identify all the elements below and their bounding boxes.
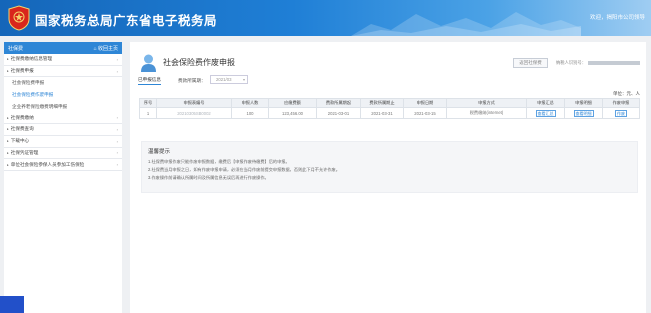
void-button[interactable]: 作废 xyxy=(615,109,627,117)
caret-right-icon: ▸ xyxy=(7,115,9,120)
sidebar-menu: ▸ 社保费缴纳信息管理 › ▸ 社保费申报 › 社会保险费申报 社会保险费作废申报 企业养老保险… xyxy=(4,54,122,171)
caret-right-icon: ▸ xyxy=(7,139,9,144)
sidebar-item[interactable]: ▸ 社保费缴纳信息管理 › xyxy=(4,54,122,66)
sidebar-item-label: 社保凭证管理 xyxy=(10,149,39,155)
column-header: 费款所属期止 xyxy=(360,98,404,108)
sidebar-item-label: 社保费查询 xyxy=(10,126,34,132)
column-header: 申报明细 xyxy=(564,98,603,108)
unit-label: 单位：元、人 xyxy=(613,91,640,96)
tips-panel: 温馨提示 1.社保费申报作废只能作废申报数据，缴费后【申报作废待缴费】后的申报。… xyxy=(141,141,638,193)
company-selector[interactable]: 纳税人识别号： ⌄ xyxy=(556,58,642,68)
sidebar-item-label: 单位社会保险参保人员参加工伤保险 xyxy=(10,161,85,167)
chevron-right-icon: › xyxy=(116,150,118,156)
table-row: 1 20210305SB0002 100 123,456.00 2021-03-01 20… xyxy=(139,107,640,119)
site-header: 国家税务总局广东省电子税务局 欢迎，揭阳市公司领导 xyxy=(0,0,651,36)
table-cell: 作废 xyxy=(602,107,640,119)
tab-declared-info[interactable]: 已申报信息 xyxy=(138,77,161,85)
chevron-right-icon: › xyxy=(116,162,118,168)
column-header: 申报表编号 xyxy=(156,98,232,108)
sidebar-item-label: 社会保险费申报 xyxy=(12,80,45,86)
table-cell: 税费缴纳(internet) xyxy=(446,107,527,119)
caret-right-icon: ▸ xyxy=(7,69,9,74)
sidebar-item[interactable]: ▸ 单位社会保险参保人员参加工伤保险 › xyxy=(4,159,122,171)
chevron-right-icon: › xyxy=(116,138,118,144)
cell-amount: 123,456.00 xyxy=(282,110,303,116)
cell-end: 2021-03-31 xyxy=(371,110,393,116)
tip-line: 3.作废操作前请确认所属时间及所属信息无误后再进行作废操作。 xyxy=(148,175,269,180)
chevron-right-icon: › xyxy=(116,126,118,132)
table-cell: 1 xyxy=(139,107,157,119)
tips-title: 温馨提示 xyxy=(148,149,171,155)
column-header: 费款所属期起 xyxy=(316,98,361,108)
sidebar-item[interactable]: 社会保险费作废申报 xyxy=(4,89,122,101)
sidebar-item[interactable]: ▸ 社保费查询 › xyxy=(4,124,122,136)
tax-emblem-icon xyxy=(8,5,30,31)
sidebar-item-label: 企业养老保险缴费明细申报 xyxy=(12,103,68,109)
chevron-right-icon: › xyxy=(116,68,118,74)
period-select[interactable]: 2021/03 xyxy=(210,75,248,84)
sidebar-item-label: 社保费申报 xyxy=(10,68,34,74)
caret-right-icon: ▸ xyxy=(7,150,9,155)
cell-seq: 1 xyxy=(146,110,150,116)
corner-block xyxy=(0,296,24,313)
sidebar-item-label: 社保费缴纳信息管理 xyxy=(10,56,53,62)
table-cell: 查看汇总 xyxy=(526,107,565,119)
cell-code: 20210305SB0002 xyxy=(177,110,211,116)
table-header-row: 序号 申报表编号 申报人数 应缴费额 费款所属期起 费款所属期止 申报日期 申报方式 申报汇总申… xyxy=(139,98,640,108)
table-cell: 100 xyxy=(231,107,269,119)
company-name-redacted xyxy=(588,60,641,65)
table-body: 1 20210305SB0002 100 123,456.00 2021-03-01 20… xyxy=(139,107,640,119)
column-header: 申报汇总 xyxy=(526,98,565,108)
chevron-down-icon: ⌄ xyxy=(641,60,642,65)
column-header: 申报日期 xyxy=(403,98,447,108)
table-cell: 2021-03-15 xyxy=(403,107,447,119)
table-cell: 2021-03-01 xyxy=(316,107,361,119)
sidebar-item[interactable]: ▸ 下载中心 › xyxy=(4,136,122,148)
column-header: 申报人数 xyxy=(231,98,269,108)
sidebar-item[interactable]: 社会保险费申报 xyxy=(4,77,122,89)
sidebar-item[interactable]: 企业养老保险缴费明细申报 xyxy=(4,101,122,113)
cell-method: 税费缴纳(internet) xyxy=(469,110,504,115)
return-button[interactable]: 返回社保费 xyxy=(513,58,548,68)
caret-right-icon: ▸ xyxy=(7,162,9,167)
sidebar-item[interactable]: ▸ 社保凭证管理 › xyxy=(4,148,122,160)
sidebar-item-label: 社保费缴纳 xyxy=(10,114,34,120)
sidebar-item-label: 社会保险费作废申报 xyxy=(12,91,54,97)
sidebar: 社保费 ⌂ 收回主页 ▸ 社保费缴纳信息管理 › ▸ 社保费申报 › 社会保险费申报 社会保险… xyxy=(4,42,122,313)
main-panel: 社会保险费作废申报 返回社保费 纳税人识别号： ⌄ 已申报信息 费款所属期： 2… xyxy=(130,42,646,313)
chevron-right-icon: › xyxy=(116,115,118,121)
chevron-right-icon: › xyxy=(116,56,118,62)
period-label: 费款所属期： xyxy=(178,78,206,83)
tip-line: 1.社保费申报作废只能作废申报数据，缴费后【申报作废待缴费】后的申报。 xyxy=(148,159,290,164)
column-header: 应缴费额 xyxy=(268,98,317,108)
cell-start: 2021-03-01 xyxy=(327,110,350,116)
column-header: 申报方式 xyxy=(446,98,527,108)
sidebar-item-label: 下载中心 xyxy=(10,138,30,144)
welcome-text: 欢迎，揭阳市公司领导 xyxy=(589,15,645,21)
page-title: 社会保险费作废申报 xyxy=(163,58,235,67)
table-cell: 查看明细 xyxy=(564,107,603,119)
sidebar-title: 社保费 xyxy=(8,45,24,52)
sidebar-item[interactable]: ▸ 社保费缴纳 › xyxy=(4,112,122,125)
declaration-table: 序号 申报表编号 申报人数 应缴费额 费款所属期起 费款所属期止 申报日期 申报方式 申报汇总申… xyxy=(139,98,640,119)
collapse-button[interactable]: ⌂ 收回主页 xyxy=(94,45,118,52)
cell-count: 100 xyxy=(246,110,254,116)
site-title: 国家税务总局广东省电子税务局 xyxy=(35,14,218,28)
table-cell: 123,456.00 xyxy=(268,107,317,119)
sidebar-item[interactable]: ▸ 社保费申报 › xyxy=(4,66,122,78)
tip-line: 2.社保费当月申报之日，如有作废申报申请，必须在当月作废前提交申报数据，否则此下… xyxy=(148,167,340,172)
view-summary-button[interactable]: 查看汇总 xyxy=(535,109,556,117)
column-header: 序号 xyxy=(139,98,157,108)
hills-decoration xyxy=(351,12,581,36)
caret-right-icon: ▸ xyxy=(7,127,9,132)
username[interactable]: 揭阳市公司领导 xyxy=(606,15,645,21)
view-detail-button[interactable]: 查看明细 xyxy=(573,109,594,117)
table-cell: 2021-03-31 xyxy=(360,107,404,119)
user-avatar-icon xyxy=(141,54,156,72)
cell-date: 2021-03-15 xyxy=(414,110,436,116)
column-header: 作废申报 xyxy=(602,98,640,108)
sidebar-header: 社保费 ⌂ 收回主页 xyxy=(4,42,122,54)
caret-right-icon: ▸ xyxy=(7,57,9,62)
table-cell: 20210305SB0002 xyxy=(156,107,232,119)
